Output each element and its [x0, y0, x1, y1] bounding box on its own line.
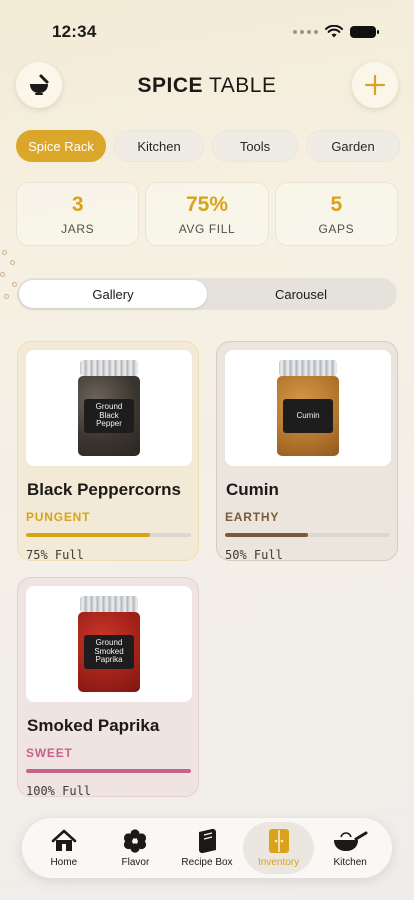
jar-label: Ground Black Pepper	[84, 399, 134, 433]
tab-garden[interactable]: Garden	[306, 130, 400, 162]
status-bar: 12:34	[0, 0, 414, 60]
fill-bar	[225, 533, 390, 537]
fill-text: 100% Full	[26, 784, 92, 798]
view-gallery-option[interactable]: Gallery	[19, 280, 207, 308]
nav-item-inventory[interactable]: Inventory	[242, 822, 315, 874]
fill-text: 75% Full	[26, 548, 84, 562]
spice-name: Black Peppercorns	[27, 480, 182, 499]
stat-label: AVG FILL	[178, 221, 236, 236]
spice-card-smoked-paprika[interactable]: Ground Smoked Paprika Smoked Paprika SWE…	[17, 577, 199, 798]
nav-item-recipe-box[interactable]: Recipe Box	[171, 822, 243, 874]
fill-text: 50% Full	[225, 548, 283, 562]
jar-label: Cumin	[283, 399, 333, 433]
fill-bar-level	[26, 533, 150, 537]
nav-label: Recipe Box	[181, 857, 233, 868]
title-light: TABLE	[209, 74, 277, 97]
wok-icon	[334, 831, 368, 851]
stats-row: 3 JARS 75% AVG FILL 5 GAPS	[16, 182, 398, 246]
fill-bar-level	[26, 769, 191, 773]
nav-item-home[interactable]: Home	[28, 822, 100, 874]
stat-jars: 3 JARS	[16, 182, 140, 246]
spice-jar-image: Ground Smoked Paprika	[26, 586, 192, 702]
nav-label: Flavor	[121, 857, 150, 868]
stat-gaps: 5 GAPS	[274, 182, 398, 246]
header: SPICE TABLE	[0, 62, 414, 110]
recipe-book-icon	[198, 828, 216, 854]
title-bold: SPICE	[137, 74, 204, 97]
nav-label: Inventory	[258, 857, 300, 868]
view-toggle: Gallery Carousel	[17, 278, 397, 310]
tab-kitchen[interactable]: Kitchen	[114, 130, 204, 162]
plus-icon	[364, 74, 386, 96]
house-icon	[51, 829, 77, 851]
stat-value: 5	[330, 192, 343, 216]
status-time: 12:34	[52, 22, 97, 41]
spice-name: Smoked Paprika	[27, 716, 160, 735]
cabinet-icon	[268, 829, 289, 853]
jar-label: Ground Smoked Paprika	[84, 635, 134, 669]
nav-label: Kitchen	[333, 857, 367, 868]
fill-bar	[26, 533, 191, 537]
bottom-nav: Home Flavor Recipe Box Inventory Kitchen	[22, 818, 392, 878]
stat-label: JARS	[61, 221, 95, 236]
fill-bar-level	[225, 533, 308, 537]
stat-value: 75%	[185, 192, 228, 216]
status-icons	[293, 25, 379, 38]
wifi-icon	[325, 25, 343, 38]
tab-tools[interactable]: Tools	[212, 130, 298, 162]
battery-icon	[350, 25, 379, 38]
spice-card-cumin[interactable]: Cumin Cumin EARTHY 50% Full	[216, 341, 398, 562]
spice-tag: SWEET	[26, 746, 73, 760]
spice-jar-image: Ground Black Pepper	[26, 350, 192, 466]
stat-avg-fill: 75% AVG FILL	[145, 182, 269, 246]
spice-name: Cumin	[226, 480, 279, 499]
view-carousel-option[interactable]: Carousel	[207, 280, 395, 308]
stat-label: GAPS	[318, 221, 355, 236]
add-spice-button[interactable]	[352, 62, 398, 108]
nav-label: Home	[50, 857, 78, 868]
spice-tag: EARTHY	[225, 510, 280, 524]
nav-item-kitchen[interactable]: Kitchen	[314, 822, 386, 874]
tab-spice-rack[interactable]: Spice Rack	[16, 130, 106, 162]
nav-item-flavor[interactable]: Flavor	[100, 822, 172, 874]
fill-bar	[26, 769, 191, 773]
spice-card-black-peppercorns[interactable]: Ground Black Pepper Black Peppercorns PU…	[17, 341, 199, 562]
signal-icon	[293, 29, 318, 34]
category-tabs: Spice Rack Kitchen Tools Garden	[16, 130, 400, 164]
flower-icon	[124, 829, 147, 853]
stat-value: 3	[71, 192, 84, 216]
spice-tag: PUNGENT	[26, 510, 91, 524]
spice-jar-image: Cumin	[225, 350, 391, 466]
